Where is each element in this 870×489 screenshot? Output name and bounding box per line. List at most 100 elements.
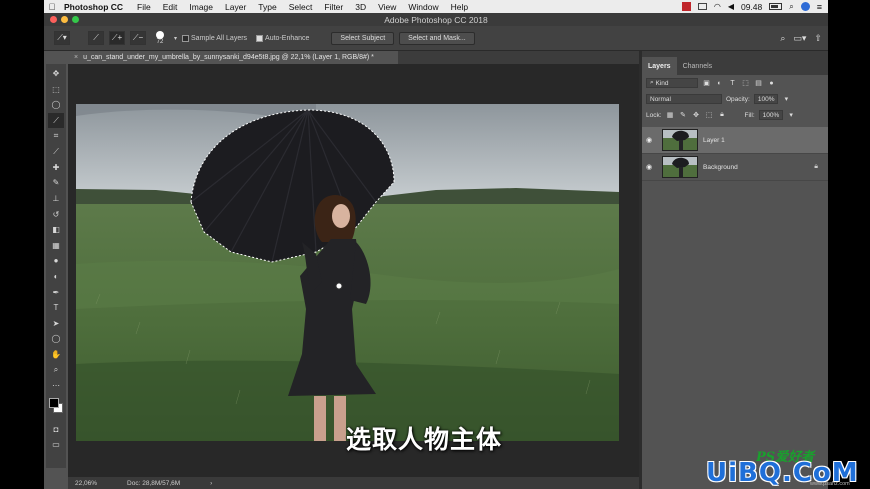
marquee-tool-icon[interactable]: ⬚	[48, 82, 64, 98]
fill-field[interactable]: 100%	[758, 110, 783, 120]
sample-all-layers-option[interactable]: Sample All Layers	[182, 34, 247, 42]
filter-kind-select[interactable]: ⌕ Kind	[646, 78, 698, 88]
sample-all-layers-checkbox[interactable]	[182, 34, 190, 42]
crop-tool-icon[interactable]: ⌗	[48, 128, 64, 144]
menu-help[interactable]: Help	[451, 2, 468, 12]
menu-filter[interactable]: Filter	[324, 2, 343, 12]
wifi-icon[interactable]: ◠	[714, 2, 721, 11]
quick-selection-tool-icon[interactable]: ⟋	[48, 112, 64, 129]
display-icon[interactable]	[697, 3, 707, 10]
brush-tool-icon[interactable]: ✎	[48, 175, 64, 191]
layer-row-background[interactable]: ◉ Background 🔒︎	[642, 154, 828, 181]
blur-tool-icon[interactable]: ●	[48, 253, 64, 269]
close-window-icon[interactable]	[50, 16, 57, 23]
foreground-color-swatch[interactable]	[49, 398, 59, 409]
lock-position-icon[interactable]: ✥	[692, 111, 701, 119]
tool-preset-picker[interactable]: ⟋▾	[54, 31, 70, 45]
blend-mode-select[interactable]: Normal	[646, 94, 722, 104]
share-icon[interactable]: ⇧	[814, 33, 822, 44]
recording-icon[interactable]	[681, 2, 691, 11]
zoom-window-icon[interactable]	[72, 16, 79, 23]
dodge-tool-icon[interactable]: ◐	[48, 269, 64, 285]
layer-name[interactable]: Layer 1	[703, 137, 725, 144]
layer-thumbnail[interactable]	[662, 156, 698, 178]
color-swatches[interactable]	[48, 397, 64, 417]
zoom-tool-icon[interactable]: ⌕	[48, 362, 64, 378]
hand-tool-icon[interactable]: ✋	[48, 347, 64, 363]
lock-image-icon[interactable]: ✎	[679, 111, 688, 119]
photo-image	[76, 104, 619, 441]
menu-window[interactable]: Window	[408, 2, 438, 12]
filter-toggle-icon[interactable]: ●	[767, 80, 776, 87]
shape-tool-icon[interactable]: ◯	[48, 331, 64, 347]
eraser-tool-icon[interactable]: ◧	[48, 222, 64, 238]
new-selection-icon[interactable]: ⟋	[88, 31, 104, 45]
history-brush-tool-icon[interactable]: ↺	[48, 206, 64, 222]
workspace-icon[interactable]: ▭▾	[793, 33, 806, 44]
screen-mode-icon[interactable]: ▭	[48, 437, 64, 453]
move-tool-icon[interactable]: ✥	[48, 66, 64, 82]
document-canvas[interactable]	[76, 104, 619, 441]
menu-layer[interactable]: Layer	[225, 2, 246, 12]
gradient-tool-icon[interactable]: ▦	[48, 238, 64, 254]
filter-pixel-icon[interactable]: ▣	[702, 79, 711, 87]
brush-size-picker[interactable]: 72	[151, 31, 169, 45]
filter-type-icon[interactable]: T	[728, 80, 737, 87]
lock-icon[interactable]: 🔒︎	[814, 163, 818, 171]
document-tab[interactable]: × u_can_stand_under_my_umbrella_by_sunny…	[68, 51, 398, 64]
quick-mask-icon[interactable]: ◘	[48, 421, 64, 437]
notification-center-icon[interactable]: ≡	[817, 2, 822, 12]
subtract-from-selection-icon[interactable]: ⟋−	[130, 31, 146, 45]
eye-icon[interactable]: ◉	[642, 136, 656, 144]
search-icon[interactable]: ⌕	[780, 33, 785, 44]
volume-icon[interactable]: ◀	[728, 2, 734, 11]
menu-image[interactable]: Image	[189, 2, 213, 12]
opacity-field[interactable]: 100%	[753, 94, 778, 104]
menu-edit[interactable]: Edit	[163, 2, 178, 12]
tab-channels[interactable]: Channels	[677, 57, 719, 75]
auto-enhance-checkbox[interactable]	[256, 34, 264, 42]
auto-enhance-option[interactable]: Auto-Enhance	[256, 34, 309, 42]
tab-layers[interactable]: Layers	[642, 57, 677, 75]
canvas-workspace[interactable]	[68, 64, 639, 477]
chevron-down-icon[interactable]: ▾	[787, 111, 796, 119]
clone-stamp-tool-icon[interactable]: ⊥	[48, 191, 64, 207]
lock-transparent-icon[interactable]: ▦	[666, 111, 675, 119]
add-to-selection-icon[interactable]: ⟋+	[109, 31, 125, 45]
zoom-level[interactable]: 22,06%	[75, 480, 97, 487]
layer-name[interactable]: Background	[703, 164, 738, 171]
status-menu-arrow[interactable]: ›	[210, 480, 212, 487]
eyedropper-tool-icon[interactable]: ⟋	[48, 144, 64, 160]
chevron-down-icon[interactable]: ▾	[782, 95, 791, 103]
filter-smart-object-icon[interactable]: ▤	[754, 79, 763, 87]
layer-thumbnail[interactable]	[662, 129, 698, 151]
select-and-mask-button[interactable]: Select and Mask...	[399, 31, 475, 45]
app-menu[interactable]: Photoshop CC	[64, 2, 123, 12]
siri-icon[interactable]	[800, 2, 810, 11]
lasso-tool-icon[interactable]: ◯	[48, 97, 64, 113]
more-tools-icon[interactable]: ⋯	[48, 378, 64, 394]
select-subject-button[interactable]: Select Subject	[331, 31, 395, 45]
filter-shape-icon[interactable]: ⬚	[741, 79, 750, 87]
eye-icon[interactable]: ◉	[642, 163, 656, 171]
layer-row-layer-1[interactable]: ◉ Layer 1	[642, 127, 828, 154]
type-tool-icon[interactable]: T	[48, 300, 64, 316]
lock-all-icon[interactable]: 🔒︎	[718, 111, 727, 119]
brush-dropdown-icon[interactable]: ▾	[174, 35, 177, 42]
path-selection-tool-icon[interactable]: ➤	[48, 316, 64, 332]
search-icon[interactable]: ⌕	[789, 2, 793, 12]
menu-type[interactable]: Type	[258, 2, 276, 12]
lock-artboard-icon[interactable]: ⬚	[705, 111, 714, 119]
healing-brush-tool-icon[interactable]: ✚	[48, 160, 64, 176]
menu-file[interactable]: File	[137, 2, 151, 12]
menu-3d[interactable]: 3D	[355, 2, 366, 12]
filter-adjustment-icon[interactable]: ◐	[715, 80, 724, 87]
battery-icon[interactable]	[769, 3, 783, 10]
close-tab-icon[interactable]: ×	[74, 54, 78, 61]
menu-select[interactable]: Select	[289, 2, 313, 12]
clock[interactable]: 09.48	[741, 2, 762, 12]
pen-tool-icon[interactable]: ✒	[48, 284, 64, 300]
menu-view[interactable]: View	[378, 2, 396, 12]
apple-icon[interactable]: 	[44, 2, 60, 12]
minimize-window-icon[interactable]	[61, 16, 68, 23]
